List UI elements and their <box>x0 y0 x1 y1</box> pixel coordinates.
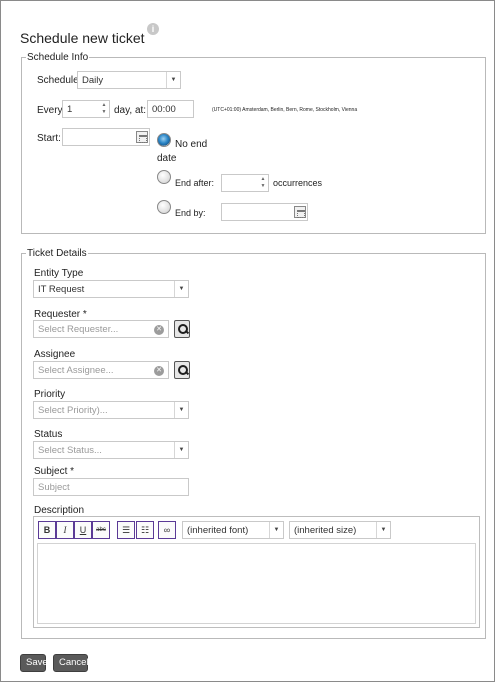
status-select[interactable]: Select Status... ▼ <box>33 441 189 459</box>
time-input[interactable]: 00:00 <box>147 100 194 118</box>
stepper-arrows-icon[interactable]: ▲ ▼ <box>258 175 268 191</box>
clear-icon[interactable]: ✕ <box>154 325 164 335</box>
description-label: Description <box>34 505 85 516</box>
every-value: 1 <box>67 104 73 115</box>
radio-no-end-date[interactable] <box>157 133 171 147</box>
entity-type-value: IT Request <box>38 284 85 295</box>
requester-label: Requester * <box>34 309 87 320</box>
status-label: Status <box>34 429 63 440</box>
priority-label: Priority <box>34 389 66 400</box>
time-value: 00:00 <box>152 104 176 115</box>
underline-button[interactable]: U <box>74 521 92 539</box>
chevron-down-icon: ▼ <box>269 522 283 538</box>
schedule-select[interactable]: Daily ▼ <box>77 71 181 89</box>
font-family-select[interactable]: (inherited font) ▼ <box>182 521 284 539</box>
occurrences-label: occurrences <box>273 178 323 188</box>
assignee-input[interactable]: Select Assignee... ✕ <box>33 361 169 379</box>
subject-input[interactable]: Subject <box>33 478 189 496</box>
end-by-label: End by: <box>175 208 206 218</box>
day-at-label: day, at: <box>114 105 147 116</box>
font-size-select[interactable]: (inherited size) ▼ <box>289 521 391 539</box>
priority-placeholder: Select Priority)... <box>38 405 108 416</box>
schedule-label: Schedule: <box>37 75 82 86</box>
cancel-button[interactable]: Cancel <box>53 654 89 672</box>
save-button[interactable]: Save <box>20 654 48 672</box>
radio-end-after[interactable] <box>157 170 171 184</box>
assignee-label: Assignee <box>34 349 76 360</box>
no-end-date-label-2: date <box>157 153 177 164</box>
status-placeholder: Select Status... <box>38 445 102 456</box>
radio-end-by[interactable] <box>157 200 171 214</box>
italic-button[interactable]: I <box>56 521 74 539</box>
stepper-arrows-icon[interactable]: ▲ ▼ <box>99 101 109 117</box>
chevron-down-icon: ▼ <box>376 522 390 538</box>
end-after-label: End after: <box>175 178 215 188</box>
schedule-value: Daily <box>82 75 104 86</box>
numbered-list-icon[interactable]: ☷ <box>136 521 154 539</box>
start-label: Start: <box>37 133 61 144</box>
assignee-search-button[interactable] <box>174 361 190 379</box>
occurrences-stepper[interactable]: ▲ ▼ <box>221 174 269 192</box>
link-icon[interactable]: ∞ <box>158 521 176 539</box>
timezone-label: (UTC+01:00) Amsterdam, Berlin, Bern, Rom… <box>212 107 358 113</box>
chevron-down-icon: ▼ <box>174 442 188 458</box>
schedule-info-legend: Schedule Info <box>27 52 89 63</box>
requester-search-button[interactable] <box>174 320 190 338</box>
ticket-details-legend: Ticket Details <box>27 248 87 259</box>
strikethrough-button[interactable]: abc <box>92 521 110 539</box>
description-textarea[interactable] <box>37 543 476 624</box>
bullet-list-icon[interactable]: ☰ <box>117 521 135 539</box>
calendar-icon[interactable] <box>136 131 148 143</box>
assignee-placeholder: Select Assignee... <box>38 365 114 376</box>
entity-type-label: Entity Type <box>34 268 84 279</box>
chevron-down-icon: ▼ <box>166 72 180 88</box>
chevron-down-icon: ▼ <box>174 402 188 418</box>
font-size-value: (inherited size) <box>294 525 357 536</box>
start-date-input[interactable] <box>62 128 150 146</box>
font-family-value: (inherited font) <box>187 525 249 536</box>
clear-icon[interactable]: ✕ <box>154 366 164 376</box>
requester-input[interactable]: Select Requester... ✕ <box>33 320 169 338</box>
info-icon[interactable]: i <box>147 23 159 35</box>
calendar-icon[interactable] <box>294 206 306 218</box>
chevron-down-icon: ▼ <box>174 281 188 297</box>
priority-select[interactable]: Select Priority)... ▼ <box>33 401 189 419</box>
bold-button[interactable]: B <box>38 521 56 539</box>
requester-placeholder: Select Requester... <box>38 324 119 335</box>
subject-placeholder: Subject <box>38 482 70 493</box>
end-by-date-input[interactable] <box>221 203 308 221</box>
page-title: Schedule new ticket <box>20 30 145 46</box>
subject-label: Subject * <box>34 466 75 477</box>
description-editor: B I U abc ☰ ☷ ∞ (inherited font) ▼ (inhe… <box>33 516 480 628</box>
entity-type-select[interactable]: IT Request ▼ <box>33 280 189 298</box>
no-end-date-label-1: No end <box>175 139 208 150</box>
every-stepper[interactable]: 1 ▲ ▼ <box>62 100 110 118</box>
